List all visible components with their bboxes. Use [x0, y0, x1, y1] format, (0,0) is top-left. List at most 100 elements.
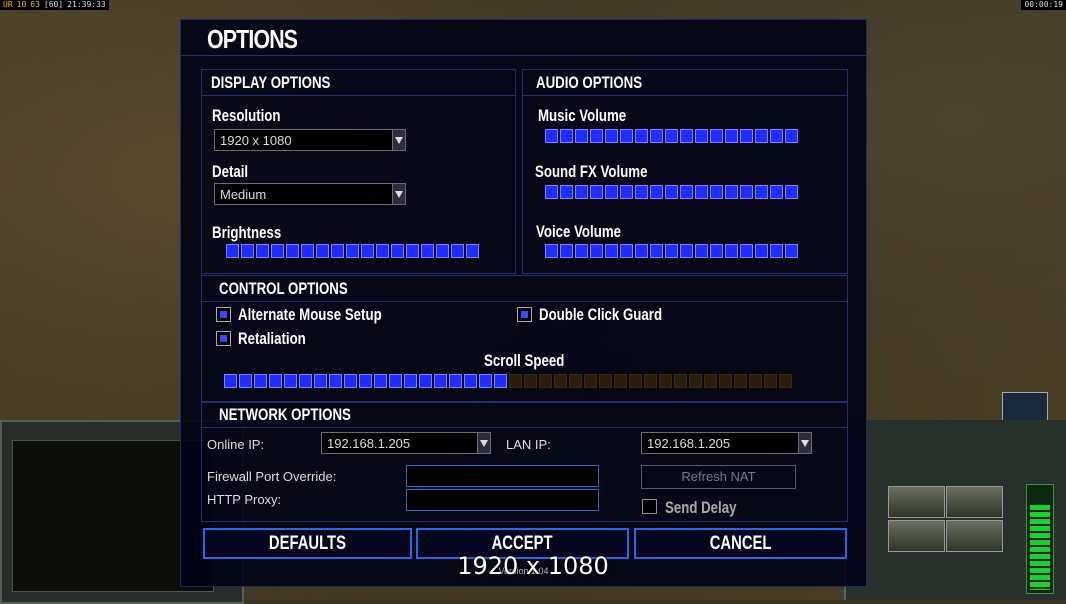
slider-segment[interactable]	[256, 244, 269, 258]
slider-segment[interactable]	[590, 129, 603, 143]
slider-segment[interactable]	[316, 244, 329, 258]
slider-segment[interactable]	[545, 185, 558, 199]
slider-segment[interactable]	[404, 374, 417, 388]
online-ip-dropdown[interactable]: 192.168.1.205	[321, 432, 491, 454]
slider-segment[interactable]	[770, 244, 783, 258]
slider-segment[interactable]	[725, 129, 738, 143]
slider-segment[interactable]	[479, 374, 492, 388]
slider-segment[interactable]	[749, 374, 762, 388]
slider-segment[interactable]	[466, 244, 479, 258]
slider-segment[interactable]	[734, 374, 747, 388]
http-proxy-field[interactable]	[406, 489, 599, 511]
slider-segment[interactable]	[605, 185, 618, 199]
chevron-down-icon[interactable]	[392, 130, 405, 150]
slider-segment[interactable]	[635, 129, 648, 143]
brightness-slider[interactable]	[226, 244, 479, 258]
slider-segment[interactable]	[695, 244, 708, 258]
slider-segment[interactable]	[620, 129, 633, 143]
slider-segment[interactable]	[695, 185, 708, 199]
slider-segment[interactable]	[299, 374, 312, 388]
slider-segment[interactable]	[665, 129, 678, 143]
slider-segment[interactable]	[659, 374, 672, 388]
slider-segment[interactable]	[286, 244, 299, 258]
slider-segment[interactable]	[575, 129, 588, 143]
slider-segment[interactable]	[785, 185, 798, 199]
sfx-volume-slider[interactable]	[545, 185, 798, 199]
slider-segment[interactable]	[740, 129, 753, 143]
send-delay-checkbox[interactable]	[642, 499, 657, 514]
slider-segment[interactable]	[509, 374, 522, 388]
slider-segment[interactable]	[635, 244, 648, 258]
slider-segment[interactable]	[620, 244, 633, 258]
slider-segment[interactable]	[421, 244, 434, 258]
slider-segment[interactable]	[785, 129, 798, 143]
chevron-down-icon[interactable]	[798, 433, 811, 453]
slider-segment[interactable]	[665, 244, 678, 258]
slider-segment[interactable]	[464, 374, 477, 388]
firewall-port-field[interactable]	[406, 465, 599, 487]
slider-segment[interactable]	[269, 374, 282, 388]
slider-segment[interactable]	[740, 185, 753, 199]
slider-segment[interactable]	[434, 374, 447, 388]
slider-segment[interactable]	[226, 244, 239, 258]
slider-segment[interactable]	[695, 129, 708, 143]
slider-segment[interactable]	[665, 185, 678, 199]
alternate-mouse-checkbox[interactable]	[216, 307, 231, 322]
double-click-guard-checkbox[interactable]	[517, 307, 532, 322]
slider-segment[interactable]	[650, 244, 663, 258]
slider-segment[interactable]	[346, 244, 359, 258]
slider-segment[interactable]	[674, 374, 687, 388]
build-unit-tile[interactable]	[888, 486, 945, 518]
slider-segment[interactable]	[764, 374, 777, 388]
music-volume-slider[interactable]	[545, 129, 798, 143]
slider-segment[interactable]	[710, 244, 723, 258]
slider-segment[interactable]	[599, 374, 612, 388]
slider-segment[interactable]	[560, 129, 573, 143]
slider-segment[interactable]	[590, 185, 603, 199]
slider-segment[interactable]	[590, 244, 603, 258]
slider-segment[interactable]	[704, 374, 717, 388]
slider-segment[interactable]	[560, 185, 573, 199]
slider-segment[interactable]	[644, 374, 657, 388]
build-unit-tile[interactable]	[888, 520, 945, 552]
slider-segment[interactable]	[545, 244, 558, 258]
slider-segment[interactable]	[605, 129, 618, 143]
slider-segment[interactable]	[494, 374, 507, 388]
voice-volume-slider[interactable]	[545, 244, 798, 258]
slider-segment[interactable]	[329, 374, 342, 388]
slider-segment[interactable]	[725, 185, 738, 199]
slider-segment[interactable]	[331, 244, 344, 258]
slider-segment[interactable]	[635, 185, 648, 199]
slider-segment[interactable]	[584, 374, 597, 388]
slider-segment[interactable]	[710, 185, 723, 199]
slider-segment[interactable]	[539, 374, 552, 388]
slider-segment[interactable]	[241, 244, 254, 258]
slider-segment[interactable]	[376, 244, 389, 258]
slider-segment[interactable]	[406, 244, 419, 258]
slider-segment[interactable]	[755, 129, 768, 143]
retaliation-checkbox[interactable]	[216, 331, 231, 346]
slider-segment[interactable]	[605, 244, 618, 258]
slider-segment[interactable]	[680, 185, 693, 199]
build-unit-tile[interactable]	[946, 520, 1003, 552]
slider-segment[interactable]	[725, 244, 738, 258]
slider-segment[interactable]	[239, 374, 252, 388]
slider-segment[interactable]	[449, 374, 462, 388]
slider-segment[interactable]	[344, 374, 357, 388]
slider-segment[interactable]	[545, 129, 558, 143]
slider-segment[interactable]	[436, 244, 449, 258]
slider-segment[interactable]	[575, 244, 588, 258]
slider-segment[interactable]	[554, 374, 567, 388]
slider-segment[interactable]	[650, 185, 663, 199]
slider-segment[interactable]	[374, 374, 387, 388]
slider-segment[interactable]	[650, 129, 663, 143]
slider-segment[interactable]	[301, 244, 314, 258]
slider-segment[interactable]	[419, 374, 432, 388]
slider-segment[interactable]	[770, 185, 783, 199]
slider-segment[interactable]	[755, 244, 768, 258]
slider-segment[interactable]	[755, 185, 768, 199]
slider-segment[interactable]	[560, 244, 573, 258]
slider-segment[interactable]	[389, 374, 402, 388]
slider-segment[interactable]	[689, 374, 702, 388]
slider-segment[interactable]	[569, 374, 582, 388]
